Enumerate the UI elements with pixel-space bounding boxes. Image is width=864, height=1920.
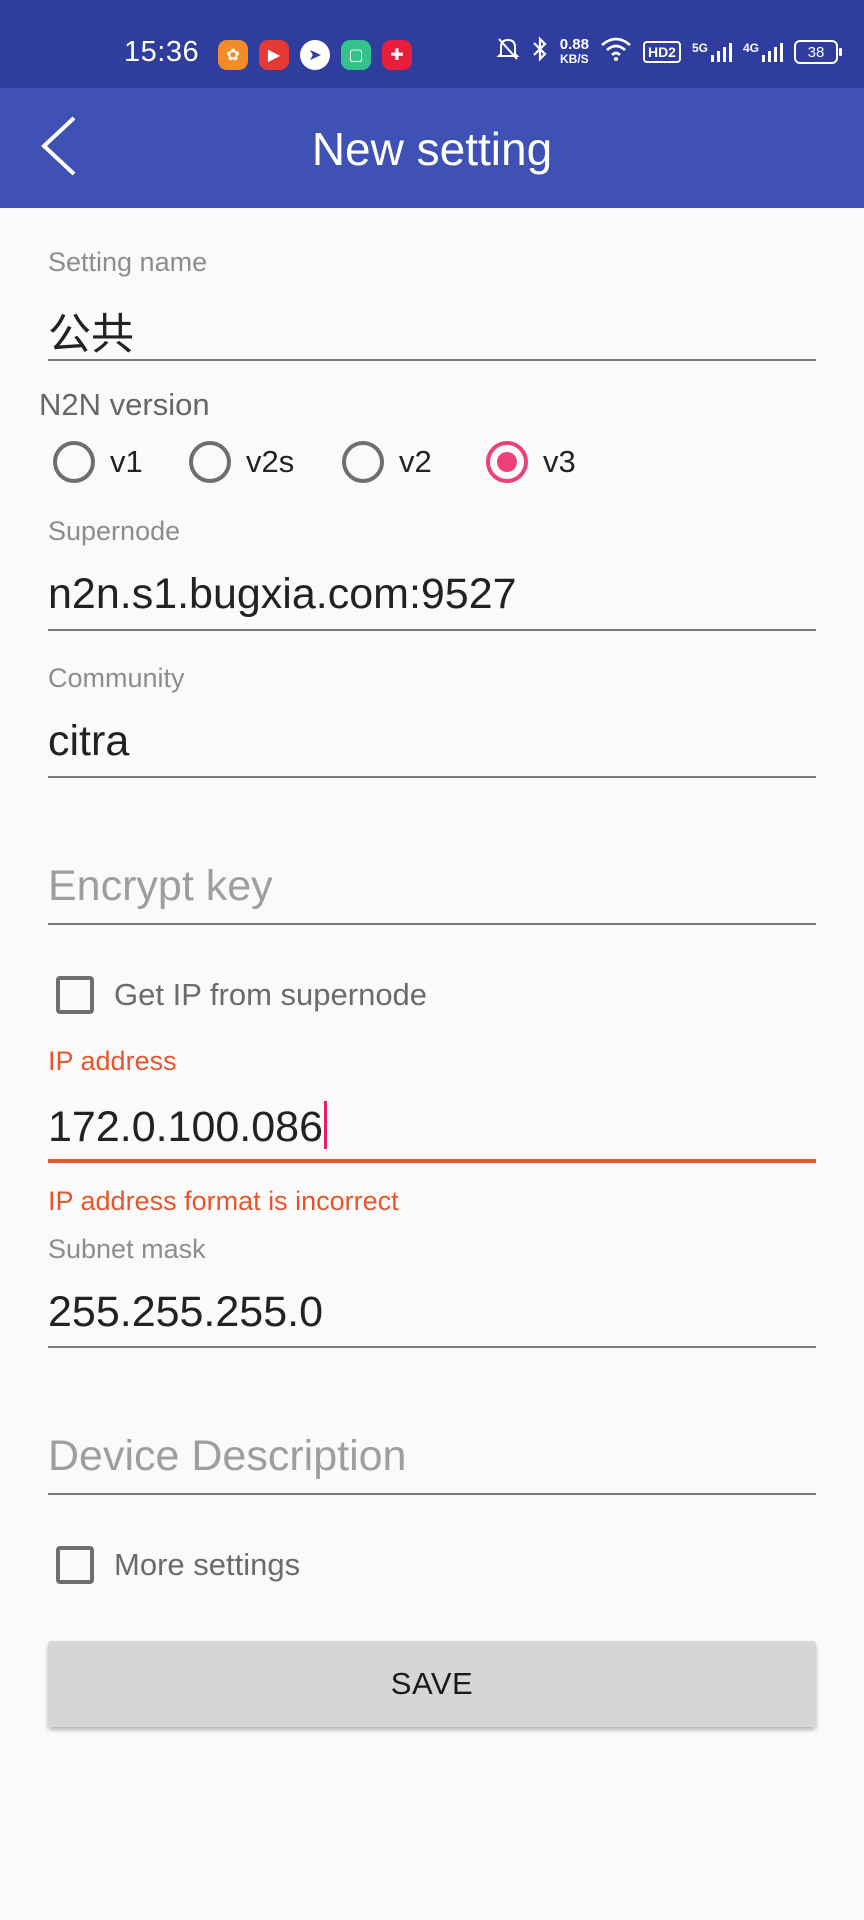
n2n-version-label: N2N version <box>39 387 210 422</box>
radio-v2-circle[interactable] <box>342 441 384 483</box>
mute-bell-icon <box>496 36 520 68</box>
encrypt-key-underline <box>48 923 816 925</box>
setting-name-label: Setting name <box>48 247 208 277</box>
more-settings-checkbox[interactable] <box>56 1546 94 1584</box>
subnet-mask-input[interactable]: 255.255.255.0 <box>48 1288 323 1337</box>
supernode-label: Supernode <box>48 516 181 546</box>
device-description-input[interactable]: Device Description <box>48 1432 406 1481</box>
setting-name-underline <box>48 359 816 361</box>
radio-v3[interactable]: v3 <box>486 441 576 483</box>
radio-v2[interactable]: v2 <box>342 441 432 483</box>
battery-icon: 38 <box>794 40 842 64</box>
radio-v1[interactable]: v1 <box>53 441 143 483</box>
ip-address-label: IP address <box>48 1046 177 1076</box>
community-input[interactable]: citra <box>48 717 129 766</box>
radio-v2-label: v2 <box>399 444 432 479</box>
radio-v2s-label: v2s <box>246 444 295 479</box>
signal-5g-icon: 5G <box>692 41 732 63</box>
signal-4g-icon: 4G <box>743 41 783 63</box>
chat-app-icon: ▢ <box>341 40 371 70</box>
ip-address-input[interactable]: 172.0.100.086 <box>48 1101 327 1152</box>
app-bar: New setting <box>0 88 864 208</box>
more-settings-checkbox-row[interactable]: More settings <box>56 1546 300 1584</box>
ip-address-error: IP address format is incorrect <box>48 1186 399 1216</box>
red-app-icon: ✚ <box>382 40 412 70</box>
text-cursor <box>324 1101 327 1149</box>
radio-v3-label: v3 <box>543 444 576 479</box>
community-label: Community <box>48 663 185 693</box>
subnet-mask-label: Subnet mask <box>48 1234 206 1264</box>
more-settings-label: More settings <box>114 1547 301 1582</box>
subnet-mask-underline <box>48 1346 816 1348</box>
save-button[interactable]: SAVE <box>48 1641 816 1727</box>
ip-address-value: 172.0.100.086 <box>48 1103 323 1151</box>
uc-browser-icon: ✿ <box>218 40 248 70</box>
device-description-underline <box>48 1493 816 1495</box>
encrypt-key-input[interactable]: Encrypt key <box>48 862 273 911</box>
wifi-icon <box>600 37 632 67</box>
setting-name-input[interactable]: 公共 <box>48 300 134 362</box>
supernode-underline <box>48 629 816 631</box>
community-underline <box>48 776 816 778</box>
notification-app-icons: ✿ ▶ ➤ ▢ ✚ <box>218 40 412 70</box>
video-app-icon: ▶ <box>259 40 289 70</box>
hd-badge: HD2 <box>642 41 681 63</box>
status-bar: 15:36 ✿ ▶ ➤ ▢ ✚ 0.88 KB/S HD2 5G 4G 38 <box>0 0 864 88</box>
system-icons: 0.88 KB/S HD2 5G 4G 38 <box>496 36 842 68</box>
bluetooth-icon <box>531 36 549 68</box>
net-speed: 0.88 KB/S <box>559 36 589 66</box>
radio-v1-label: v1 <box>110 444 143 479</box>
radio-v2s[interactable]: v2s <box>189 441 294 483</box>
radio-v1-circle[interactable] <box>53 441 95 483</box>
radio-v3-circle[interactable] <box>486 441 528 483</box>
get-ip-from-supernode-checkbox[interactable] <box>56 976 94 1014</box>
ip-address-underline <box>48 1159 816 1163</box>
supernode-input[interactable]: n2n.s1.bugxia.com:9527 <box>48 570 517 619</box>
bird-app-icon: ➤ <box>300 40 330 70</box>
status-time: 15:36 <box>124 36 200 68</box>
radio-v2s-circle[interactable] <box>189 441 231 483</box>
get-ip-from-supernode-checkbox-row[interactable]: Get IP from supernode <box>56 976 427 1014</box>
get-ip-from-supernode-label: Get IP from supernode <box>114 977 428 1012</box>
page-title: New setting <box>311 123 553 175</box>
